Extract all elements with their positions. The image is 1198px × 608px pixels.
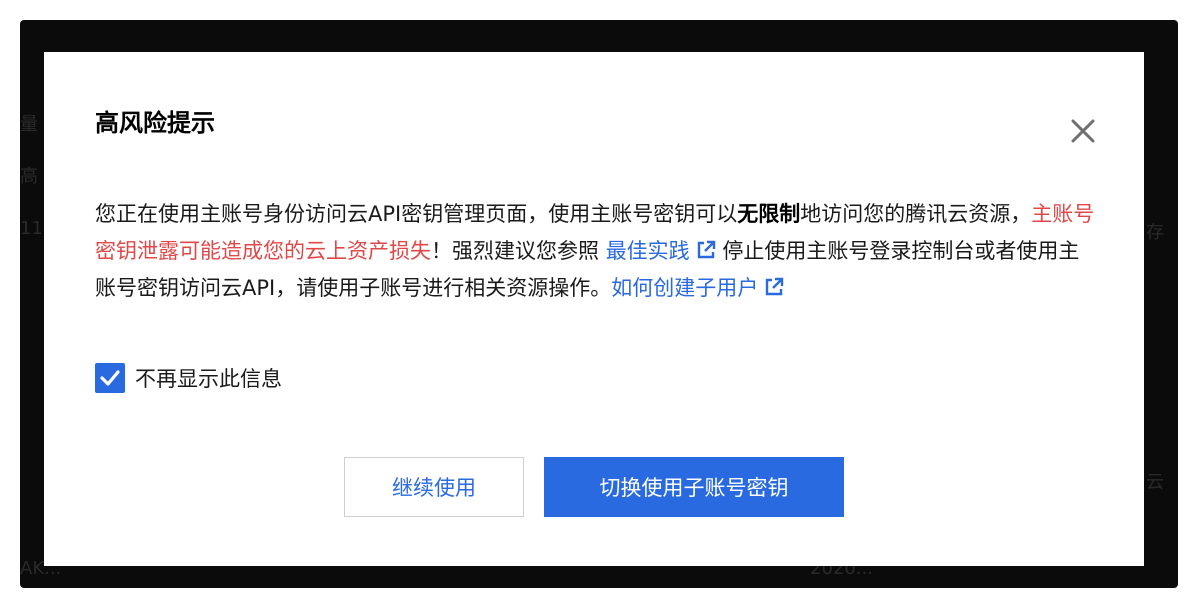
best-practice-link[interactable]: 最佳实践 bbox=[606, 239, 716, 263]
message-text: ！强烈建议您参照 bbox=[431, 239, 599, 263]
dialog-title: 高风险提示 bbox=[95, 109, 215, 137]
checkmark-icon bbox=[100, 370, 120, 386]
dont-show-again-label: 不再显示此信息 bbox=[135, 367, 282, 391]
message-text: 地访问您的腾讯云资源， bbox=[800, 202, 1032, 226]
dont-show-again-checkbox-row[interactable]: 不再显示此信息 bbox=[95, 362, 282, 394]
message-emphasis: 无限制 bbox=[737, 202, 801, 226]
background-text: 11 bbox=[20, 218, 43, 239]
best-practice-link-label: 最佳实践 bbox=[605, 239, 690, 263]
background-text: 云 bbox=[1146, 472, 1164, 493]
switch-subaccount-key-button[interactable]: 切换使用子账号密钥 bbox=[544, 457, 844, 517]
background-text: 高 bbox=[20, 166, 38, 187]
close-button[interactable] bbox=[1068, 116, 1098, 146]
create-subuser-link[interactable]: 如何创建子用户 bbox=[611, 276, 784, 300]
high-risk-dialog: 高风险提示 您正在使用主账号身份访问云API密钥管理页面，使用主账号密钥可以无限… bbox=[44, 52, 1144, 566]
background-text: 量 bbox=[20, 114, 38, 135]
continue-button[interactable]: 继续使用 bbox=[344, 457, 524, 517]
dont-show-again-checkbox[interactable] bbox=[95, 363, 125, 393]
message-text: 您正在使用主账号身份访问云API密钥管理页面，使用主账号密钥可以 bbox=[95, 202, 738, 226]
create-subuser-link-label: 如何创建子用户 bbox=[611, 276, 759, 300]
external-link-icon bbox=[697, 240, 715, 259]
dialog-message: 您正在使用主账号身份访问云API密钥管理页面，使用主账号密钥可以无限制地访问您的… bbox=[95, 196, 1095, 307]
external-link-icon bbox=[766, 277, 784, 296]
close-icon bbox=[1071, 119, 1095, 143]
background-text: 存 bbox=[1146, 222, 1164, 243]
